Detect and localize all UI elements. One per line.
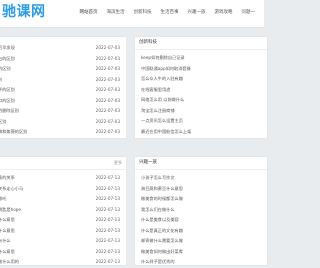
list-item[interactable]: 意的关系 2022-07-13 <box>0 173 126 184</box>
interest-panel: 兴趣一族 小孩子怎么写作文 海豆腐和黄豆什么意思 做美食的时候都怎么做 我怎么们… <box>134 156 268 266</box>
nav-home[interactable]: 网站首页 <box>80 7 98 19</box>
list-item[interactable]: 关系走心小马 2022-07-13 <box>0 184 126 195</box>
site-logo[interactable]: 驰课网 <box>2 3 46 21</box>
list-item[interactable]: 的删除区别 2022-07-03 <box>0 106 126 117</box>
list-item[interactable]: 什么意思 2022-07-13 <box>0 215 126 226</box>
panel-header: 更多 <box>0 157 126 170</box>
list-item[interactable]: 中国联通app如何取消套餐 <box>135 64 267 75</box>
list-item[interactable]: 网络怎么用 以前做什么 <box>135 95 267 106</box>
main-nav: 网站首页 海滨生活 创新科技 生活百事 兴趣一族 游戏攻略 问题一 <box>80 7 265 19</box>
left-top-list: 百早发现 2022-07-03 右的区别 2022-07-03 的区别 2022-07… <box>0 36 127 139</box>
tech-panel: 创新科技 keep如何删除自己记录 中国联通app如何取消套餐 怎么众人牛的入驻… <box>134 36 268 139</box>
list-item[interactable]: 最近在用中国航信怎么上架 <box>135 127 267 138</box>
site-header: 驰课网 网站首页 海滨生活 创新科技 生活百事 兴趣一族 游戏攻略 问题一 <box>0 0 264 28</box>
nav-tech[interactable]: 创新科技 <box>134 7 152 19</box>
nav-questions[interactable]: 问题一 <box>242 7 256 19</box>
list-item[interactable]: 我怎么们在做什么 <box>135 205 267 216</box>
list-item[interactable]: 右的区别 2022-07-03 <box>0 54 126 65</box>
list-item[interactable]: 哪吒 2022-07-13 <box>0 194 126 205</box>
list-item[interactable]: 做美食如何做出好菜肴 <box>135 247 267 258</box>
left-bottom-list: 更多 意的关系 2022-07-13 关系走心小马 2022-07-13 哪吒 202… <box>0 156 127 266</box>
list-item[interactable]: 什么样子是优秀的 <box>135 257 267 268</box>
list-item[interactable]: 做什么用的 2022-07-13 <box>0 257 126 268</box>
list-item[interactable]: 淘宝怎么注册商铺 <box>135 106 267 117</box>
list-item[interactable]: 一点资讯怎么设置主页 <box>135 116 267 127</box>
list-item[interactable]: 怎么众人牛的入驻有趣 <box>135 74 267 85</box>
list-item[interactable]: 梅和紫薇的区别 2022-07-03 <box>0 127 126 138</box>
list-item[interactable]: 做美食的时候都怎么做 <box>135 194 267 205</box>
list-item[interactable]: 海豆腐和黄豆什么意思 <box>135 184 267 195</box>
list-item[interactable]: 在线客服里用途 <box>135 85 267 96</box>
list-item[interactable]: 百早发现 2022-07-03 <box>0 43 126 54</box>
list-item[interactable]: 什么意思 2022-07-13 <box>0 247 126 258</box>
list-item[interactable]: 什么意思 2022-07-13 <box>0 226 126 237</box>
list-item[interactable]: 口的区别 2022-07-03 <box>0 96 126 107</box>
more-link[interactable]: 更多 <box>114 157 122 169</box>
nav-interest[interactable]: 兴趣一族 <box>188 7 206 19</box>
list-item[interactable]: 钥匙是hope 2022-07-13 <box>0 205 126 216</box>
nav-life[interactable]: 生活百事 <box>161 7 179 19</box>
list-item[interactable]: 什么是美食以及美容 <box>135 215 267 226</box>
list-item[interactable]: keep如何删除自己记录 <box>135 53 267 64</box>
list-item[interactable]: 小孩子怎么写作文 <box>135 173 267 184</box>
list-item[interactable]: 有什么 2022-07-13 <box>0 236 126 247</box>
nav-coastal-life[interactable]: 海滨生活 <box>107 7 125 19</box>
list-item[interactable]: 的区别 2022-07-03 <box>0 64 126 75</box>
list-item[interactable]: 别 2022-07-03 <box>0 75 126 86</box>
panel-title: 创新科技 <box>135 37 267 50</box>
nav-games[interactable]: 游戏攻略 <box>215 7 233 19</box>
list-item[interactable]: 区别 2022-07-03 <box>0 117 126 128</box>
list-item[interactable]: 邮寄做什么需要怎么做 <box>135 236 267 247</box>
list-item[interactable]: 子的区别 2022-07-03 <box>0 85 126 96</box>
panel-title: 兴趣一族 <box>135 157 267 170</box>
list-item[interactable]: 什么是真正的文化有趣 <box>135 226 267 237</box>
